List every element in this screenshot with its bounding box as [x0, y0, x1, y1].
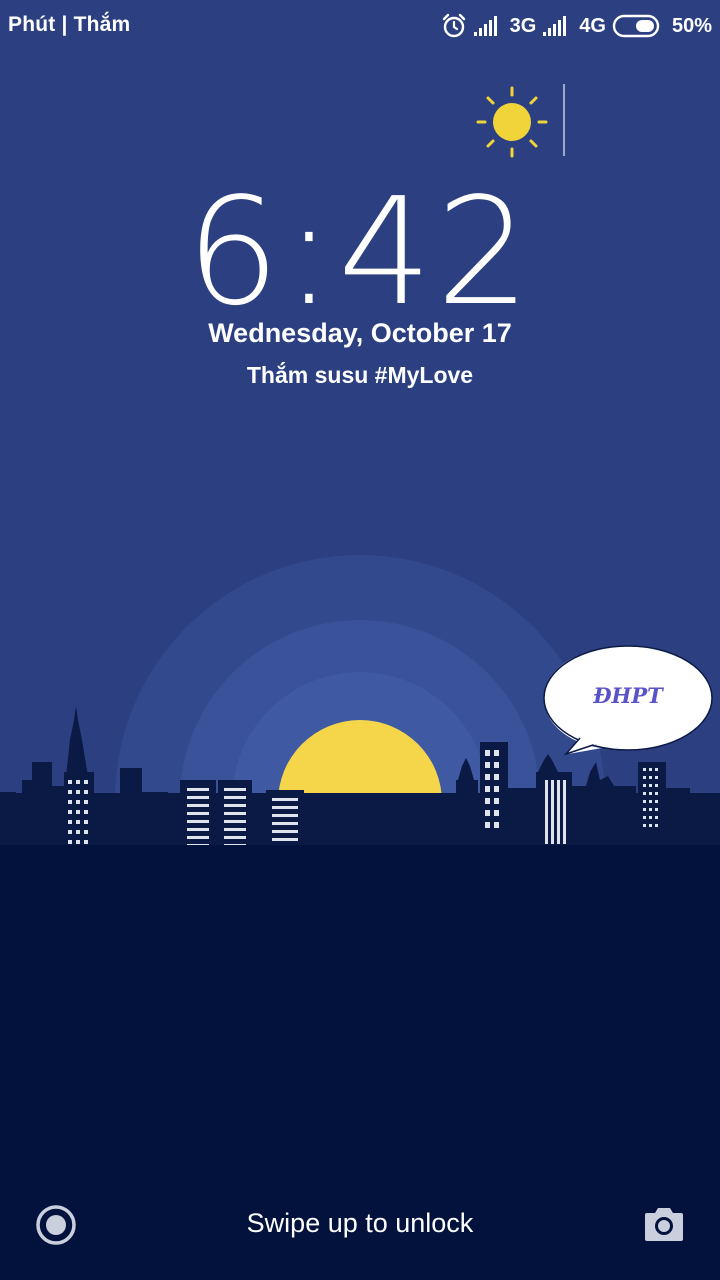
swipe-unlock-hint[interactable]: Swipe up to unlock: [0, 1208, 720, 1239]
signal-icon: [543, 16, 567, 36]
sun-icon[interactable]: [472, 84, 552, 160]
battery-icon: [612, 14, 660, 38]
lockscreen-date: Wednesday, October 17: [208, 318, 512, 348]
lockscreen-clock: 6:42: [185, 166, 535, 338]
weather-divider: [563, 84, 565, 156]
carrier-name: Phút | Thắm: [8, 13, 131, 36]
status-indicators: 3G 4G 50%: [441, 10, 712, 42]
alarm-icon: [442, 13, 465, 38]
owner-message: Thắm susu #MyLove: [246, 362, 474, 388]
camera-icon[interactable]: [643, 1205, 685, 1243]
record-circle-icon[interactable]: [34, 1203, 78, 1247]
speech-bubble-text: ĐHPT: [593, 683, 663, 708]
status-bar: Phút | Thắm 3G 4G 50%: [0, 0, 720, 52]
battery-percentage: 50%: [671, 14, 712, 37]
network-type-1: 3G: [509, 14, 537, 37]
network-type-2: 4G: [579, 14, 606, 37]
signal-icon: [473, 16, 497, 36]
